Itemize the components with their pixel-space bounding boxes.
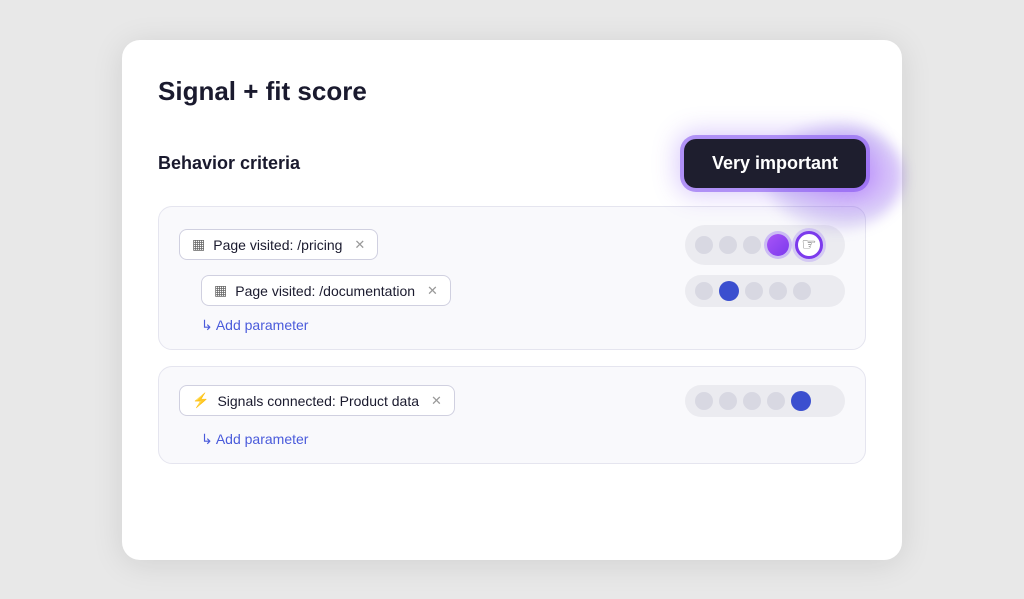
page-title: Signal + fit score bbox=[158, 76, 866, 107]
remove-pricing-button[interactable]: ✕ bbox=[354, 237, 365, 253]
criteria-card-signals: ⚡ Signals connected: Product data ✕ ↳ Ad… bbox=[158, 366, 866, 464]
tag-documentation[interactable]: ▦ Page visited: /documentation ✕ bbox=[201, 275, 451, 306]
criteria-row-pricing: ▦ Page visited: /pricing ✕ ☞ bbox=[179, 225, 845, 265]
criteria-card-pricing: ▦ Page visited: /pricing ✕ ☞ ▦ Page visi… bbox=[158, 206, 866, 350]
tag-signals-label: Signals connected: Product data bbox=[217, 393, 419, 409]
section-label: Behavior criteria bbox=[158, 153, 300, 174]
remove-documentation-button[interactable]: ✕ bbox=[427, 283, 438, 299]
main-card: Signal + fit score Behavior criteria Ver… bbox=[122, 40, 902, 560]
tag-documentation-label: Page visited: /documentation bbox=[235, 283, 415, 299]
sig-dot-3 bbox=[743, 392, 761, 410]
doc-dot-2-blue bbox=[719, 281, 739, 301]
dot-2 bbox=[719, 236, 737, 254]
tooltip-wrapper: Very important bbox=[684, 139, 866, 188]
dot-4-purple bbox=[767, 234, 789, 256]
cursor-handle[interactable]: ☞ bbox=[795, 231, 823, 259]
doc-dot-3 bbox=[745, 282, 763, 300]
sig-dot-5-blue bbox=[791, 391, 811, 411]
section-header: Behavior criteria Very important bbox=[158, 139, 866, 188]
calendar-icon: ▦ bbox=[192, 236, 205, 253]
tag-signals[interactable]: ⚡ Signals connected: Product data ✕ bbox=[179, 385, 455, 416]
criteria-row-documentation: ▦ Page visited: /documentation ✕ bbox=[201, 275, 845, 307]
add-parameter-link-1[interactable]: ↳ Add parameter bbox=[201, 317, 308, 334]
dot-3 bbox=[743, 236, 761, 254]
add-parameter-link-2[interactable]: ↳ Add parameter bbox=[201, 431, 308, 448]
sig-dot-1 bbox=[695, 392, 713, 410]
slider-pricing[interactable]: ☞ bbox=[685, 225, 845, 265]
tooltip-bubble: Very important bbox=[684, 139, 866, 188]
slider-documentation[interactable] bbox=[685, 275, 845, 307]
tag-pricing-label: Page visited: /pricing bbox=[213, 237, 342, 253]
sig-dot-2 bbox=[719, 392, 737, 410]
calendar-icon-doc: ▦ bbox=[214, 282, 227, 299]
dot-1 bbox=[695, 236, 713, 254]
doc-dot-1 bbox=[695, 282, 713, 300]
doc-dot-5 bbox=[793, 282, 811, 300]
slider-signals[interactable] bbox=[685, 385, 845, 417]
criteria-row-signals: ⚡ Signals connected: Product data ✕ bbox=[179, 385, 845, 417]
sig-dot-4 bbox=[767, 392, 785, 410]
signals-icon: ⚡ bbox=[192, 392, 209, 409]
tag-pricing[interactable]: ▦ Page visited: /pricing ✕ bbox=[179, 229, 378, 260]
remove-signals-button[interactable]: ✕ bbox=[431, 393, 442, 409]
doc-dot-4 bbox=[769, 282, 787, 300]
